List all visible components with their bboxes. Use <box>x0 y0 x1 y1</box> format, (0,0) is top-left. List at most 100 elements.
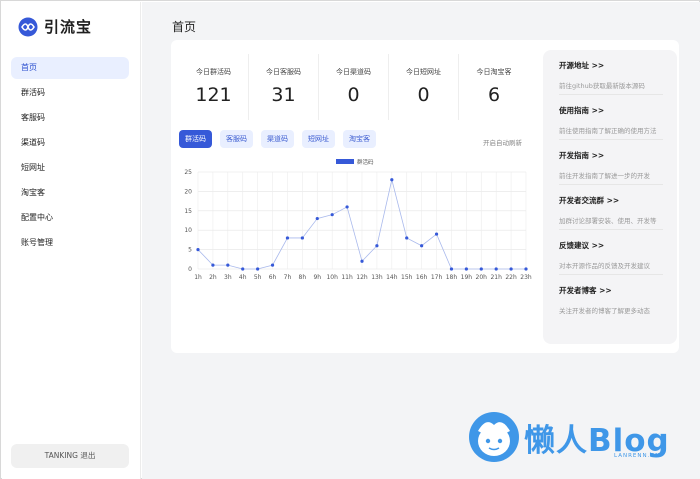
stat-value: 121 <box>195 84 232 106</box>
link-desc: 关注开发者的博客了解更多动态 <box>559 307 650 315</box>
tab-channel-code[interactable]: 渠道码 <box>261 130 294 148</box>
y-tick-label: 15 <box>184 208 192 215</box>
x-tick-label: 5h <box>254 274 262 281</box>
logo-icon <box>18 17 38 36</box>
data-point <box>449 267 454 271</box>
app-window: 引流宝 首页 群活码 客服码 渠道码 短网址 淘宝客 配置中心 账号管理 TAN… <box>0 0 700 479</box>
data-point <box>390 178 394 182</box>
x-tick-label: 16h <box>416 274 428 281</box>
data-point <box>330 213 334 217</box>
mascot-icon <box>469 412 519 462</box>
x-tick-label: 21h <box>490 274 502 281</box>
data-point <box>420 244 424 248</box>
sidebar-nav: 首页 群活码 客服码 渠道码 短网址 淘宝客 配置中心 账号管理 <box>11 57 129 257</box>
stat-label: 今日渠道码 <box>336 68 371 76</box>
link-dev-blog[interactable]: 开发者博客 >> 关注开发者的博客了解更多动态 <box>559 275 663 320</box>
sidebar-item-home[interactable]: 首页 <box>11 57 129 79</box>
sidebar-item-service-code[interactable]: 客服码 <box>11 107 129 129</box>
tab-short-url[interactable]: 短网址 <box>302 130 335 148</box>
link-desc: 前往github获取最新版本源码 <box>559 82 645 90</box>
stat-taobao: 今日淘宝客 6 <box>459 54 529 120</box>
data-point <box>434 232 439 236</box>
x-tick-label: 1h <box>194 274 202 281</box>
data-point <box>300 236 304 240</box>
stat-value: 0 <box>417 84 430 106</box>
data-point <box>405 236 409 240</box>
link-open-source[interactable]: 开源地址 >> 前往github获取最新版本源码 <box>559 50 663 95</box>
sidebar: 引流宝 首页 群活码 客服码 渠道码 短网址 淘宝客 配置中心 账号管理 TAN… <box>2 2 141 479</box>
stat-value: 31 <box>271 84 296 106</box>
y-tick-label: 25 <box>184 169 192 176</box>
auto-refresh-toggle[interactable]: 开启自动刷新 <box>483 137 522 147</box>
y-tick-label: 20 <box>184 188 192 195</box>
link-user-guide[interactable]: 使用指南 >> 前往使用指南了解正确的使用方法 <box>559 95 663 140</box>
sidebar-item-taobao[interactable]: 淘宝客 <box>11 182 129 204</box>
data-point <box>315 216 319 221</box>
data-point <box>270 263 275 267</box>
x-tick-label: 17h <box>431 274 443 281</box>
data-point <box>345 205 349 209</box>
x-tick-label: 18h <box>446 274 458 281</box>
link-desc: 前往使用指南了解正确的使用方法 <box>559 127 657 135</box>
link-dev-guide[interactable]: 开发指南 >> 前往开发指南了解进一步的开发 <box>559 140 663 185</box>
y-tick-label: 0 <box>188 266 192 273</box>
main-content: 首页 今日群活码 121 今日客服码 31 今日渠道码 0 今日短网址 0 今日… <box>142 2 700 479</box>
chart-tabs: 群活码 客服码 渠道码 短网址 淘宝客 <box>179 130 376 148</box>
x-tick-label: 14h <box>386 274 398 281</box>
sidebar-item-account[interactable]: 账号管理 <box>11 232 129 254</box>
data-point <box>375 244 379 248</box>
links-panel: 开源地址 >> 前往github获取最新版本源码 使用指南 >> 前往使用指南了… <box>543 50 677 344</box>
stat-label: 今日淘宝客 <box>476 68 512 76</box>
y-tick-label: 5 <box>188 247 192 254</box>
x-tick-label: 6h <box>269 274 277 281</box>
x-tick-label: 15h <box>401 274 413 281</box>
data-point <box>464 267 468 271</box>
stat-value: 0 <box>347 84 360 106</box>
link-desc: 加群讨论部署安装、使用、开发等 <box>559 217 657 225</box>
tab-group-code[interactable]: 群活码 <box>179 130 212 148</box>
x-tick-label: 23h <box>520 274 532 281</box>
x-tick-label: 22h <box>505 274 517 281</box>
x-tick-label: 12h <box>356 274 368 281</box>
link-title: 开发者博客 >> <box>559 286 612 295</box>
link-title: 开源地址 >> <box>559 61 605 70</box>
link-dev-group[interactable]: 开发者交流群 >> 加群讨论部署安装、使用、开发等 <box>559 185 663 230</box>
link-title: 使用指南 >> <box>559 106 605 115</box>
logo: 引流宝 <box>18 16 92 37</box>
x-tick-label: 19h <box>461 274 473 281</box>
watermark: 懒人Blog LANRENN.CN <box>468 411 670 463</box>
x-tick-label: 4h <box>239 274 247 281</box>
data-point <box>226 263 230 267</box>
x-tick-label: 3h <box>224 274 232 281</box>
stat-service-code: 今日客服码 31 <box>249 54 319 120</box>
data-point <box>509 267 513 271</box>
link-title: 反馈建议 >> <box>559 241 605 250</box>
logout-button[interactable]: TANKING 退出 <box>11 444 129 468</box>
sidebar-item-channel-code[interactable]: 渠道码 <box>11 132 129 154</box>
y-tick-label: 10 <box>184 227 192 234</box>
tab-service-code[interactable]: 客服码 <box>220 130 253 148</box>
x-tick-label: 11h <box>341 274 353 281</box>
tab-taobao[interactable]: 淘宝客 <box>343 130 376 148</box>
data-point <box>211 263 215 267</box>
sidebar-item-group-code[interactable]: 群活码 <box>11 82 129 104</box>
legend-label: 群活码 <box>357 158 374 166</box>
page-title: 首页 <box>172 20 197 34</box>
x-tick-label: 10h <box>326 274 338 281</box>
link-feedback[interactable]: 反馈建议 >> 对本开源作品的反馈及开发建议 <box>559 230 663 275</box>
x-tick-label: 9h <box>313 274 321 281</box>
line-chart: 0 5 10 15 20 25 1h 2h 3h 4h 5h 6h 7h 8h 9h 10h 11h 12h 13h… <box>184 158 532 281</box>
data-point <box>524 267 528 271</box>
stats-row: 今日群活码 121 今日客服码 31 今日渠道码 0 今日短网址 0 今日淘宝客 <box>179 54 529 120</box>
stat-short-url: 今日短网址 0 <box>389 54 459 120</box>
x-tick-label: 8h <box>299 274 307 281</box>
data-point <box>285 236 290 240</box>
dashboard-card: 今日群活码 121 今日客服码 31 今日渠道码 0 今日短网址 0 今日淘宝客 <box>171 40 679 353</box>
link-desc: 前往开发指南了解进一步的开发 <box>559 172 650 180</box>
sidebar-item-config[interactable]: 配置中心 <box>11 207 129 229</box>
stat-channel-code: 今日渠道码 0 <box>319 54 389 120</box>
sidebar-item-short-url[interactable]: 短网址 <box>11 157 129 179</box>
data-point <box>479 267 483 271</box>
stat-label: 今日短网址 <box>406 68 441 76</box>
data-point <box>241 267 245 271</box>
